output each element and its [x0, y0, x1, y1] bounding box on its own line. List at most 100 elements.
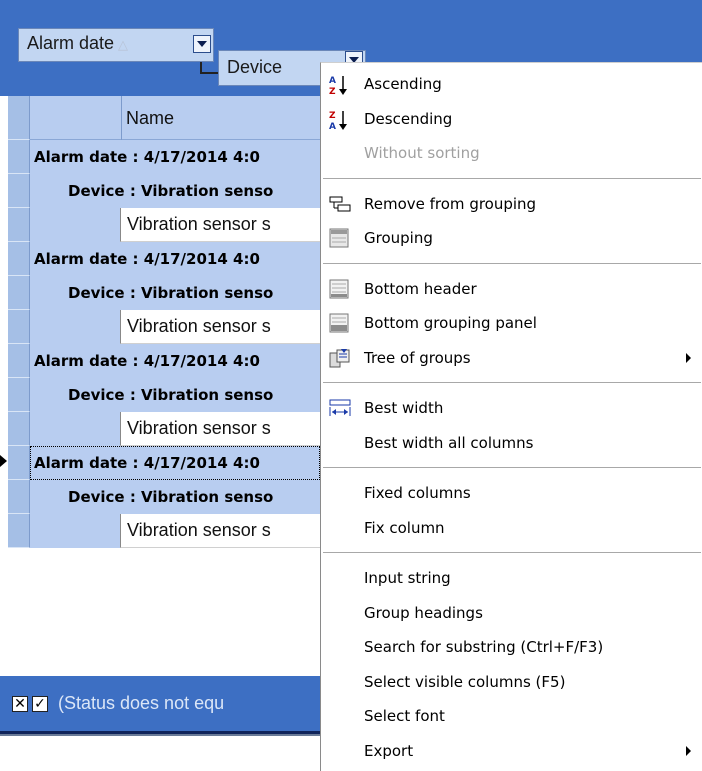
menu-item-grouping[interactable]: Grouping	[321, 221, 701, 255]
menu-item-label: Group headings	[364, 603, 483, 622]
group-row-alarm-date[interactable]: Alarm date : 4/17/2014 4:0	[30, 242, 320, 276]
name-cell[interactable]: Vibration sensor s	[120, 412, 320, 446]
group-row-label: Alarm date : 4/17/2014 4:0	[34, 250, 260, 268]
menu-item-bottom-grouping-panel[interactable]: Bottom grouping panel	[321, 306, 701, 340]
sort-indicator-icon: △	[118, 37, 129, 52]
menu-item-bottom-header[interactable]: Bottom header	[321, 272, 701, 306]
tree-of-groups-icon	[329, 348, 350, 368]
filter-enabled-checkbox[interactable]: ✓	[32, 696, 48, 712]
group-row-device[interactable]: Device : Vibration senso	[30, 276, 320, 310]
menu-separator	[323, 467, 701, 469]
menu-item-label: Descending	[364, 109, 453, 128]
bottom-grouping-panel-icon	[329, 313, 349, 333]
data-row[interactable]: Vibration sensor s	[30, 310, 320, 344]
row-indicator[interactable]	[8, 242, 30, 276]
group-connector	[200, 62, 220, 74]
row-indicator[interactable]	[8, 514, 30, 548]
filter-bar: ✕ ✓ (Status does not equ	[0, 676, 320, 734]
menu-item-fixed-columns[interactable]: Fixed columns	[321, 476, 701, 510]
data-row[interactable]: Vibration sensor s	[30, 514, 320, 548]
menu-item-select-visible-columns-f5[interactable]: Select visible columns (F5)	[321, 665, 701, 699]
row-indicator[interactable]	[8, 344, 30, 378]
menu-item-label: Tree of groups	[364, 348, 471, 367]
group-row-device[interactable]: Device : Vibration senso	[30, 174, 320, 208]
grouping-panel-icon	[329, 228, 349, 248]
row-indicator[interactable]	[8, 276, 30, 310]
menu-item-label: Input string	[364, 569, 451, 587]
row-indicator[interactable]	[8, 480, 30, 514]
header-indicator-cell	[8, 96, 30, 140]
name-cell[interactable]: Vibration sensor s	[120, 514, 320, 548]
menu-item-label: Best width all columns	[364, 433, 534, 452]
sort-ascending-icon: AZ	[329, 74, 349, 97]
best-width-icon	[329, 398, 351, 418]
menu-item-label: Without sorting	[364, 144, 480, 162]
menu-item-export[interactable]: Export	[321, 734, 701, 768]
context-menu: A Z Ascending Z A Descending Without sorting Re…	[320, 62, 702, 771]
group-row-label: Device : Vibration senso	[68, 182, 274, 200]
group-chip-label: Alarm date	[27, 33, 115, 53]
menu-item-descending[interactable]: Z A Descending	[321, 102, 701, 136]
menu-item-label: Remove from grouping	[364, 194, 537, 213]
menu-separator	[323, 177, 701, 180]
row-indicator[interactable]	[8, 140, 30, 174]
filter-text[interactable]: (Status does not equ	[58, 693, 224, 714]
data-grid: Name Alarm date : 4/17/2014 4:0 Device : …	[0, 96, 320, 676]
menu-item-label: Grouping	[364, 229, 433, 247]
svg-text:A: A	[329, 122, 336, 131]
data-row[interactable]: Vibration sensor s	[30, 208, 320, 242]
name-cell[interactable]: Vibration sensor s	[120, 208, 320, 242]
submenu-arrow-icon	[686, 745, 691, 756]
group-row-alarm-date[interactable]: Alarm date : 4/17/2014 4:0	[30, 344, 320, 378]
menu-item-label: Select visible columns (F5)	[364, 672, 566, 691]
row-indicator[interactable]	[8, 446, 30, 480]
submenu-arrow-icon	[686, 352, 691, 363]
row-indicator[interactable]	[8, 378, 30, 412]
data-row[interactable]: Vibration sensor s	[30, 412, 320, 446]
group-chip-alarm-date[interactable]: Alarm date △	[18, 28, 214, 62]
group-row-alarm-date[interactable]: Alarm date : 4/17/2014 4:0	[30, 446, 320, 480]
column-header-name[interactable]: Name	[126, 108, 174, 129]
menu-item-fix-column[interactable]: Fix column	[321, 511, 701, 545]
row-indicator[interactable]	[8, 174, 30, 208]
svg-text:Z: Z	[329, 87, 336, 96]
group-row-label: Alarm date : 4/17/2014 4:0	[34, 352, 260, 370]
current-row-pointer-icon	[0, 455, 7, 467]
name-cell[interactable]: Vibration sensor s	[120, 310, 320, 344]
menu-item-remove-from-grouping[interactable]: Remove from grouping	[321, 187, 701, 221]
menu-item-search-for-substring-ctrl-f-f3[interactable]: Search for substring (Ctrl+F/F3)	[321, 630, 701, 664]
menu-item-ascending[interactable]: A Z Ascending	[321, 67, 701, 101]
sort-descending-icon: ZA	[329, 109, 349, 132]
group-row-label: Device : Vibration senso	[68, 488, 274, 506]
menu-item-tree-of-groups[interactable]: Tree of groups	[321, 341, 701, 375]
svg-text:Z: Z	[329, 111, 336, 121]
bottom-header-icon	[329, 279, 349, 299]
menu-separator	[323, 262, 701, 265]
menu-item-input-string[interactable]: Input string	[321, 561, 701, 595]
group-row-device[interactable]: Device : Vibration senso	[30, 378, 320, 412]
close-filter-icon[interactable]: ✕	[12, 696, 28, 712]
row-indicator[interactable]	[8, 412, 30, 446]
menu-item-select-font[interactable]: Select font	[321, 699, 701, 733]
menu-item-label: Bottom header	[364, 279, 477, 298]
group-row-alarm-date[interactable]: Alarm date : 4/17/2014 4:0	[30, 140, 320, 174]
menu-item-best-width[interactable]: Best width	[321, 391, 701, 425]
group-chip-label: Device	[227, 57, 283, 77]
menu-item-label: Export	[364, 741, 414, 760]
menu-item-label: Select font	[364, 707, 445, 725]
menu-item-label: Ascending	[364, 75, 442, 93]
menu-item-label: Search for substring (Ctrl+F/F3)	[364, 638, 604, 656]
row-indicator[interactable]	[8, 208, 30, 242]
menu-item-best-width-all-columns[interactable]: Best width all columns	[321, 426, 701, 460]
menu-item-label: Fixed columns	[364, 484, 471, 502]
menu-separator	[323, 552, 701, 554]
status-strip	[0, 734, 320, 771]
chevron-down-icon[interactable]	[193, 35, 211, 53]
menu-item-group-headings[interactable]: Group headings	[321, 596, 701, 630]
row-indicator-column	[8, 96, 30, 548]
remove-grouping-icon	[329, 194, 351, 214]
svg-text:A: A	[329, 76, 336, 86]
group-row-device[interactable]: Device : Vibration senso	[30, 480, 320, 514]
row-indicator[interactable]	[8, 310, 30, 344]
header-separator	[121, 96, 122, 140]
